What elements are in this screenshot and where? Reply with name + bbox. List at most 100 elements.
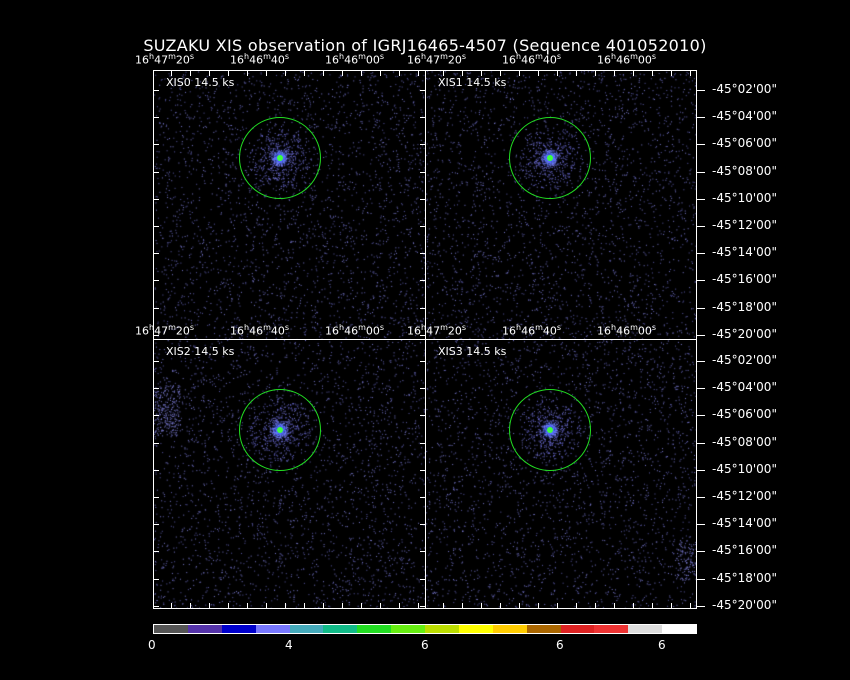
dec-tick-label: -45°04'00" bbox=[712, 380, 777, 395]
dec-tick-label: -45°10'00" bbox=[712, 461, 777, 476]
colorbar-label: 6 bbox=[556, 638, 564, 652]
dec-tick-label: -45°10'00" bbox=[712, 190, 777, 205]
event-image bbox=[426, 71, 696, 339]
source-peak bbox=[277, 427, 283, 433]
axis-tick bbox=[690, 70, 691, 76]
panel-xis0: XIS0 14.5 ks bbox=[153, 70, 426, 340]
axis-tick bbox=[697, 551, 705, 553]
axis-tick bbox=[557, 70, 558, 76]
axis-tick bbox=[697, 253, 705, 255]
axis-tick bbox=[697, 117, 705, 119]
axis-tick bbox=[266, 70, 267, 76]
axis-tick bbox=[380, 70, 381, 76]
dec-tick-label: -45°06'00" bbox=[712, 407, 777, 422]
ra-tick-label: 16h47m20s bbox=[407, 323, 467, 338]
axis-tick bbox=[671, 70, 672, 76]
axis-tick bbox=[153, 497, 159, 498]
dec-tick-label: -45°16'00" bbox=[712, 272, 777, 287]
axis-tick bbox=[595, 603, 596, 609]
ra-tick-label: 16h46m40s bbox=[502, 323, 562, 338]
panel-label: XIS0 14.5 ks bbox=[166, 76, 235, 89]
axis-tick bbox=[420, 551, 426, 553]
panel-label: XIS1 14.5 ks bbox=[438, 76, 507, 89]
colorbar-label: 6 bbox=[421, 638, 429, 652]
axis-tick bbox=[342, 70, 343, 76]
axis-tick bbox=[697, 307, 705, 309]
axis-tick bbox=[420, 117, 426, 119]
colorbar-segment bbox=[221, 625, 256, 633]
colorbar-segment bbox=[662, 625, 696, 633]
axis-tick bbox=[153, 388, 159, 390]
event-image bbox=[154, 340, 425, 608]
ra-tick-label: 16h47m20s bbox=[407, 52, 467, 67]
axis-tick bbox=[443, 70, 444, 76]
axis-tick bbox=[399, 70, 400, 76]
axis-tick bbox=[614, 70, 615, 76]
axis-tick bbox=[153, 334, 159, 336]
dec-tick-label: -45°14'00" bbox=[712, 245, 777, 260]
axis-tick bbox=[697, 578, 705, 580]
axis-tick bbox=[153, 198, 159, 200]
source-peak bbox=[547, 155, 553, 161]
axis-tick bbox=[209, 603, 210, 609]
axis-tick bbox=[595, 70, 596, 76]
colorbar-label: 0 bbox=[148, 638, 156, 652]
axis-tick bbox=[420, 198, 426, 200]
colorbar-segment bbox=[628, 625, 663, 633]
axis-tick bbox=[697, 361, 705, 362]
axis-tick bbox=[697, 144, 705, 146]
axis-tick bbox=[420, 497, 426, 498]
axis-tick bbox=[420, 578, 426, 580]
event-image bbox=[426, 340, 696, 608]
axis-tick bbox=[652, 70, 653, 76]
axis-tick bbox=[304, 70, 305, 76]
axis-tick bbox=[418, 603, 419, 609]
dec-tick-label: -45°14'00" bbox=[712, 516, 777, 531]
axis-tick bbox=[153, 361, 159, 362]
ra-tick-label: 16h47m20s bbox=[135, 323, 195, 338]
axis-tick bbox=[420, 226, 426, 227]
axis-tick bbox=[228, 603, 229, 609]
axis-tick bbox=[420, 469, 426, 471]
axis-tick bbox=[361, 70, 362, 76]
axis-tick bbox=[500, 603, 501, 609]
ra-tick-label: 16h47m20s bbox=[135, 52, 195, 67]
axis-tick bbox=[420, 361, 426, 362]
colorbar-segment bbox=[458, 625, 493, 633]
ra-tick-label: 16h46m40s bbox=[230, 52, 290, 67]
axis-tick bbox=[380, 603, 381, 609]
colorbar-label: 4 bbox=[285, 638, 293, 652]
axis-tick bbox=[153, 90, 159, 91]
axis-tick bbox=[420, 144, 426, 146]
axis-tick bbox=[418, 70, 419, 76]
axis-tick bbox=[153, 578, 159, 580]
axis-tick bbox=[153, 415, 159, 417]
colorbar-label: 6 bbox=[658, 638, 666, 652]
colorbar-segment bbox=[289, 625, 324, 633]
dec-tick-label: -45°04'00" bbox=[712, 109, 777, 124]
colorbar-segment bbox=[255, 625, 290, 633]
axis-tick bbox=[153, 469, 159, 471]
source-peak bbox=[547, 427, 553, 433]
axis-tick bbox=[462, 70, 463, 76]
axis-tick bbox=[576, 603, 577, 609]
axis-tick bbox=[171, 70, 172, 76]
axis-tick bbox=[285, 603, 286, 609]
axis-tick bbox=[519, 70, 520, 76]
axis-tick bbox=[323, 603, 324, 609]
axis-tick bbox=[323, 70, 324, 76]
axis-tick bbox=[443, 603, 444, 609]
panel-xis3: XIS3 14.5 ks bbox=[425, 339, 697, 609]
dec-tick-label: -45°02'00" bbox=[712, 82, 777, 96]
dec-tick-label: -45°08'00" bbox=[712, 163, 777, 178]
axis-tick bbox=[153, 551, 159, 553]
axis-tick bbox=[190, 603, 191, 609]
ra-tick-label: 16h46m00s bbox=[325, 323, 385, 338]
axis-tick bbox=[420, 253, 426, 255]
axis-tick bbox=[557, 603, 558, 609]
axis-tick bbox=[690, 603, 691, 609]
axis-tick bbox=[209, 70, 210, 76]
dec-tick-label: -45°18'00" bbox=[712, 570, 777, 585]
axis-tick bbox=[153, 307, 159, 309]
axis-tick bbox=[538, 603, 539, 609]
